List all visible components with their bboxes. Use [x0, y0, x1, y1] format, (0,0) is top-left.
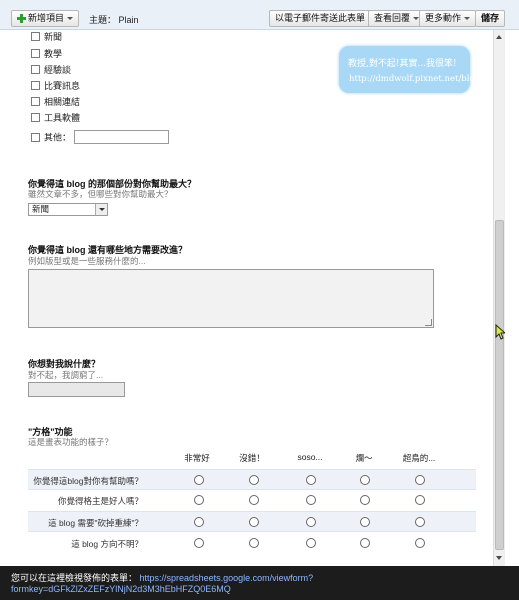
published-form-line: 您可以在這裡檢視發佈的表單： https://spreadsheets.goog…: [11, 571, 313, 584]
checkbox-option[interactable]: 新聞: [31, 30, 62, 42]
radio[interactable]: [415, 538, 425, 548]
chevron-down-icon: [464, 17, 471, 21]
question-help: 對不起，我調窮了...: [28, 370, 104, 380]
published-form-link[interactable]: https://spreadsheets.google.com/viewform…: [140, 573, 314, 583]
published-form-link-continued[interactable]: formkey=dGFkZlZxZEFzYlNjN2d3M3hEbHFZQ0E6…: [11, 584, 231, 594]
grid-column-header: soso...: [297, 452, 323, 462]
bottom-bar: 您可以在這裡檢視發佈的表單： https://spreadsheets.goog…: [0, 566, 519, 600]
checkbox-option[interactable]: 工具軟體: [31, 111, 80, 123]
q1-select[interactable]: 新聞: [28, 203, 108, 216]
radio[interactable]: [360, 475, 370, 485]
grid-row-label: 你覺得格主是好人嗎？: [57, 496, 143, 506]
save-button[interactable]: 儲存: [475, 10, 506, 27]
note-url: http://dmdwolf.pixnet.net/blog: [349, 74, 481, 84]
radio[interactable]: [249, 495, 259, 505]
note-text: 教授,對不起!其實...我很笨!: [348, 59, 457, 69]
checkbox-label: 工具軟體: [44, 113, 81, 123]
checkbox-option[interactable]: 經驗談: [31, 63, 71, 75]
grid-row-label: 你覺得這blog對你有幫助嗎？: [33, 476, 143, 486]
radio[interactable]: [360, 517, 370, 527]
view-responses-button[interactable]: 查看回覆: [368, 10, 426, 27]
radio[interactable]: [415, 475, 425, 485]
checkbox-label: 經驗談: [44, 65, 72, 75]
other-input[interactable]: [74, 130, 170, 144]
checkbox-label: 新聞: [44, 32, 63, 42]
grid-column-header: 爛～: [355, 453, 373, 463]
checkbox-label: 比賽訊息: [44, 81, 81, 91]
grid-row-label: 這 blog 方向不明？: [71, 539, 143, 549]
checkbox-option[interactable]: 比賽訊息: [31, 79, 80, 91]
checkbox[interactable]: [31, 113, 40, 122]
checkbox-label: 相關連結: [44, 97, 81, 107]
q2-textarea[interactable]: [28, 269, 434, 328]
more-actions-label: 更多動作: [425, 13, 462, 23]
radio[interactable]: [194, 475, 204, 485]
plus-icon: [17, 14, 26, 24]
new-item-button[interactable]: 新增項目: [11, 10, 80, 27]
chevron-down-icon: [95, 204, 107, 215]
checkbox-option[interactable]: 教學: [31, 47, 62, 59]
grid-column-header: 超鳥的...: [402, 453, 436, 463]
radio[interactable]: [306, 538, 316, 548]
theme-selector[interactable]: 主題： Plain: [89, 13, 139, 26]
question-help: 雖然文章不多，但哪些對你幫助最大？: [28, 189, 173, 199]
checkbox-option-other[interactable]: 其他：: [31, 130, 170, 144]
radio[interactable]: [194, 538, 204, 548]
question-help: 例如版型或是一些服務什麼的...: [28, 256, 146, 266]
radio[interactable]: [194, 517, 204, 527]
radio[interactable]: [415, 517, 425, 527]
radio[interactable]: [415, 495, 425, 505]
grid-column-header: 沒錯！: [239, 453, 265, 463]
scrollbar[interactable]: [493, 30, 505, 566]
radio[interactable]: [306, 517, 316, 527]
checkbox[interactable]: [31, 97, 40, 106]
blog-note: 教授,對不起!其實...我很笨! http://dmdwolf.pixnet.n…: [339, 46, 480, 93]
radio[interactable]: [306, 475, 316, 485]
published-form-label: 您可以在這裡檢視發佈的表單：: [11, 573, 138, 583]
checkbox-label: 教學: [44, 49, 63, 59]
toolbar: 新增項目 主題： Plain 以電子郵件寄送此表單 查看回覆 更多動作 儲存: [0, 0, 519, 30]
mouse-cursor-icon: [495, 324, 505, 340]
checkbox-option[interactable]: 相關連結: [31, 95, 80, 107]
radio[interactable]: [360, 495, 370, 505]
email-form-button[interactable]: 以電子郵件寄送此表單: [269, 10, 372, 27]
checkbox[interactable]: [31, 49, 40, 58]
more-actions-button[interactable]: 更多動作: [419, 10, 477, 27]
grid-row: 你覺得這blog對你有幫助嗎？: [28, 469, 476, 490]
form-body: 新聞 教學 經驗談 比賽訊息 相關連結 工具軟體 其他： 你覺得這 blog 的…: [0, 30, 493, 565]
grid-row: 你覺得格主是好人嗎？: [28, 490, 476, 511]
checkbox-label: 其他：: [44, 132, 72, 143]
question-help: 這是畫表功能的樣子？: [28, 437, 114, 447]
scrollbar-thumb[interactable]: [495, 220, 504, 550]
radio[interactable]: [249, 517, 259, 527]
scroll-down-arrow-icon[interactable]: [494, 553, 505, 564]
chevron-down-icon: [67, 17, 74, 21]
radio[interactable]: [194, 495, 204, 505]
radio[interactable]: [249, 538, 259, 548]
grid-column-header: 非常好: [184, 453, 210, 463]
grid-row: 這 blog 需要"砍掉重練"？: [28, 511, 476, 532]
view-responses-label: 查看回覆: [374, 13, 411, 23]
checkbox[interactable]: [31, 132, 40, 142]
radio[interactable]: [306, 495, 316, 505]
scroll-up-arrow-icon[interactable]: [494, 32, 505, 43]
checkbox[interactable]: [31, 65, 40, 74]
new-item-label: 新增項目: [28, 13, 65, 23]
grid-row: 這 blog 方向不明？: [28, 533, 476, 554]
q3-input[interactable]: [28, 382, 125, 397]
radio[interactable]: [249, 475, 259, 485]
radio[interactable]: [360, 538, 370, 548]
checkbox[interactable]: [31, 81, 40, 90]
grid-row-label: 這 blog 需要"砍掉重練"？: [48, 518, 143, 528]
checkbox[interactable]: [31, 32, 40, 41]
q1-select-value: 新聞: [32, 204, 50, 214]
